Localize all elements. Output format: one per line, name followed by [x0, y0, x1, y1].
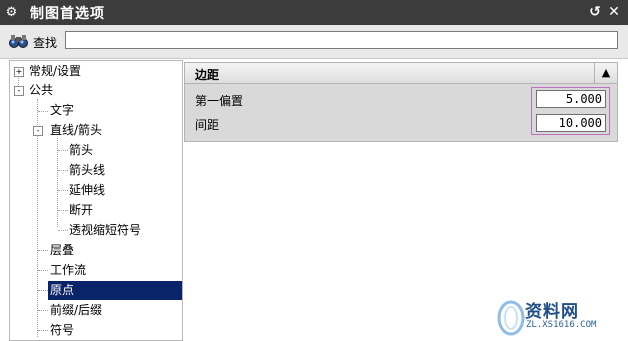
tree-item-arrow[interactable]: 箭头 — [10, 141, 182, 160]
watermark-url: ZL.XS1616.COM — [526, 320, 597, 330]
tree-item-text[interactable]: 文字 — [10, 101, 182, 120]
tree-item-foreshortening-symbol[interactable]: 透视缩短符号 — [10, 221, 182, 240]
tree-item-extension-line[interactable]: 延伸线 — [10, 181, 182, 200]
spacing-input[interactable] — [536, 114, 606, 132]
title-bar: ⚙ 制图首选项 ↺ ✕ — [0, 0, 628, 25]
tree-item-general-settings[interactable]: + 常规/设置 — [10, 62, 182, 81]
tree-item-label: 公共 — [29, 83, 54, 97]
tree-item-prefix-suffix[interactable]: 前缀/后缀 — [10, 301, 182, 320]
spacing-label: 间距 — [195, 118, 220, 132]
collapse-icon[interactable]: - — [33, 126, 43, 136]
tree-item-label: 断开 — [69, 203, 94, 217]
watermark-name: 资料网 — [525, 302, 579, 322]
tree-item-label: 前缀/后缀 — [50, 303, 103, 317]
window-title: 制图首选项 — [30, 6, 105, 22]
binoculars-icon — [9, 35, 28, 48]
tree-item-label: 文字 — [50, 103, 75, 117]
first-offset-input[interactable] — [536, 90, 606, 108]
collapse-icon[interactable]: - — [14, 86, 24, 96]
close-icon[interactable]: ✕ — [606, 4, 622, 20]
chevron-up-icon[interactable]: ▲ — [594, 63, 617, 83]
tree-item-common[interactable]: - 公共 — [10, 81, 182, 100]
tree-item-label: 延伸线 — [69, 183, 106, 197]
tree-item-arrow-line[interactable]: 箭头线 — [10, 161, 182, 180]
tree-item-label: 工作流 — [50, 263, 87, 277]
tree-item-origin[interactable]: 原点 — [10, 281, 182, 300]
tree-item-stacking[interactable]: 层叠 — [10, 241, 182, 260]
section-title: 边距 — [195, 68, 220, 82]
gear-icon[interactable]: ⚙ — [4, 5, 19, 20]
tree-item-label: 符号 — [50, 323, 75, 337]
tree-item-label: 箭头 — [69, 143, 94, 157]
tree-item-workflow[interactable]: 工作流 — [10, 261, 182, 280]
search-input[interactable] — [65, 31, 618, 49]
tree-item-symbol[interactable]: 符号 — [10, 321, 182, 340]
search-label: 查找 — [33, 36, 58, 50]
category-tree[interactable]: + 常规/设置 - 公共 文字 - 直线/箭头 箭头 箭头线 延伸线 断开 透视… — [9, 60, 183, 341]
tree-item-label: 箭头线 — [69, 163, 106, 177]
tree-item-break[interactable]: 断开 — [10, 201, 182, 220]
tree-item-label: 常规/设置 — [29, 64, 82, 78]
tree-item-label: 原点 — [48, 281, 182, 300]
section-header-margin[interactable]: 边距 ▲ — [184, 62, 618, 84]
search-row: 查找 — [0, 25, 628, 59]
tree-item-label: 直线/箭头 — [50, 123, 103, 137]
reset-icon[interactable]: ↺ — [587, 4, 603, 20]
tree-item-line-arrow[interactable]: - 直线/箭头 — [10, 121, 182, 140]
section-body: 第一偏置 间距 — [184, 84, 618, 142]
first-offset-label: 第一偏置 — [195, 94, 244, 108]
expand-icon[interactable]: + — [14, 67, 24, 77]
tree-item-label: 透视缩短符号 — [69, 223, 142, 237]
tree-item-label: 层叠 — [50, 243, 75, 257]
